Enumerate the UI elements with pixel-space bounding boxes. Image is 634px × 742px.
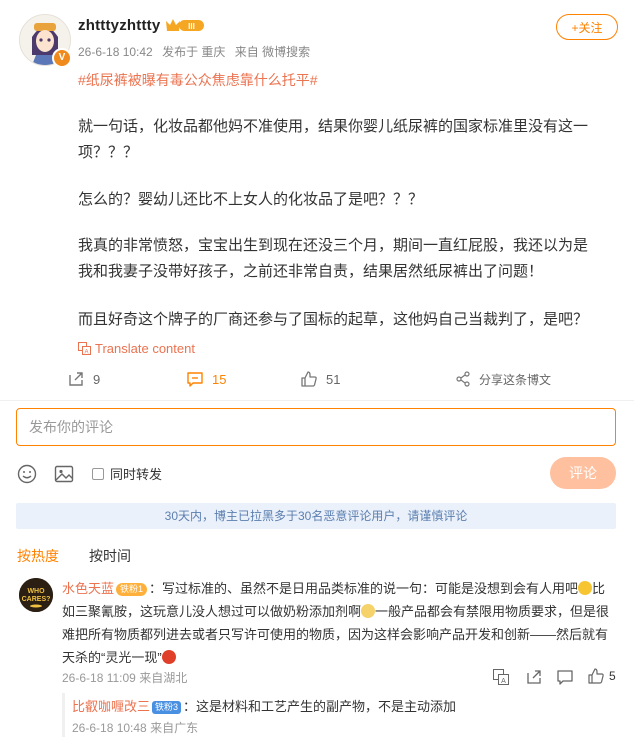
hashtag-link[interactable]: #纸尿裤被曝有毒公众焦虑靠什么托平# <box>78 70 318 90</box>
level-badge-text: III <box>188 22 195 31</box>
thumbs-up-icon <box>588 668 604 684</box>
commenter-avatar[interactable]: WHO CARES? <box>19 578 53 612</box>
share-icon <box>69 372 83 386</box>
follow-button[interactable]: +关注 <box>556 14 618 40</box>
comment-body: 水色天蓝 铁粉1 ：写过标准的、虽然不是日用品类标准的说一句：可能是没想到会有人用吧… <box>62 577 618 669</box>
emoji-icon[interactable] <box>16 463 38 485</box>
reply-username[interactable]: 比叡咖喱改三 <box>72 699 150 714</box>
thumbs-up-icon <box>301 371 317 387</box>
member-level-icon: III <box>165 17 205 38</box>
post-paragraph-4: 而且好奇这个牌子的厂商还参与了国标的起草，这他妈自己当裁判了，是吧？ <box>78 311 589 328</box>
comment-like-count: 5 <box>609 669 616 683</box>
commenter-username[interactable]: 水色天蓝 <box>62 581 114 596</box>
tab-by-hot[interactable]: 按热度 <box>17 546 59 566</box>
comment-location: 来自湖北 <box>139 671 188 685</box>
comment-text-1: ：写过标准的、虽然不是日用品类标准的说一句：可能是没想到会有人用吧 <box>149 581 579 596</box>
share-nodes-icon <box>456 371 470 387</box>
comment-count: 15 <box>212 371 227 387</box>
reply-location: 来自广东 <box>150 721 199 735</box>
comment-date: 26-6-18 11:09 <box>62 671 136 685</box>
submit-comment-button[interactable]: 评论 <box>550 457 616 489</box>
author-username[interactable]: zhtttyzhttty <box>78 17 160 34</box>
svg-text:A: A <box>84 350 88 356</box>
reply-body: 比叡咖喱改三 铁粉3 ：这是材料和工艺产生的副产物，不是主动添加 <box>72 696 456 715</box>
share-weibo-label: 分享这条博文 <box>479 372 552 387</box>
translate-label: Translate content <box>95 341 195 356</box>
reply-meta: 26-6-18 10:48 来自广东 <box>72 719 198 736</box>
translate-icon: A <box>78 342 91 355</box>
like-action[interactable]: 51 <box>300 368 340 390</box>
translate-link[interactable]: A Translate content <box>78 341 195 356</box>
post-meta: 26-6-18 10:42 发布于 重庆 来自 微博搜索 <box>78 43 316 60</box>
svg-text:A: A <box>501 678 506 685</box>
tomato-emoji-icon <box>161 650 176 664</box>
reply-date: 26-6-18 10:48 <box>72 721 147 735</box>
block-notice: 30天内，博主已拉黑多于30名恶意评论用户，请谨慎评论 <box>16 503 616 529</box>
translate-comment-icon[interactable]: A <box>493 669 509 690</box>
comment-action[interactable]: 15 <box>186 368 226 390</box>
fan-badge: 铁粉1 <box>116 583 148 596</box>
verified-badge: V <box>52 48 72 68</box>
comment-icon <box>187 372 203 387</box>
like-count: 51 <box>326 371 341 387</box>
comment-input[interactable]: 发布你的评论 <box>16 408 616 446</box>
comment-like-action[interactable]: 5 <box>588 668 616 684</box>
divider <box>0 400 634 401</box>
smile-emoji-icon <box>361 604 376 618</box>
share-action[interactable]: 9 <box>67 368 100 390</box>
laugh-emoji-icon <box>578 581 593 595</box>
post-paragraph-3: 我真的非常愤怒，宝宝出生到现在还没三个月，期间一直红屁股，我还以为是我和我妻子没… <box>78 237 589 280</box>
reply-comment-icon[interactable] <box>557 669 573 690</box>
post-paragraph-2: 怎么的？婴幼儿还比不上女人的化妆品了是吧？？？ <box>78 191 424 208</box>
repost-checkbox[interactable] <box>92 467 104 480</box>
svg-text:CARES?: CARES? <box>22 596 51 603</box>
repost-option[interactable]: 同时转发 <box>92 464 162 483</box>
share-weibo-action[interactable]: 分享这条博文 <box>455 368 551 390</box>
svg-text:WHO: WHO <box>27 588 45 595</box>
share-comment-icon[interactable] <box>526 669 542 690</box>
image-icon[interactable] <box>53 463 75 485</box>
tab-by-time[interactable]: 按时间 <box>89 546 131 566</box>
share-count: 9 <box>93 371 101 387</box>
post-source: 来自 微博搜索 <box>234 45 311 59</box>
post-date[interactable]: 26-6-18 10:42 <box>78 45 153 59</box>
comment-meta: 26-6-18 11:09 来自湖北 <box>62 669 187 686</box>
reply-thread-line <box>62 693 65 737</box>
post-paragraph-1: 就一句话，化妆品都他妈不准使用，结果你婴儿纸尿裤的国家标准里没有这一项？？？ <box>78 118 589 161</box>
reply-text: ：这是材料和工艺产生的副产物，不是主动添加 <box>183 699 457 714</box>
post-location: 发布于 重庆 <box>162 45 226 59</box>
repost-label: 同时转发 <box>110 467 163 482</box>
reply-fan-badge: 铁粉3 <box>152 701 182 714</box>
